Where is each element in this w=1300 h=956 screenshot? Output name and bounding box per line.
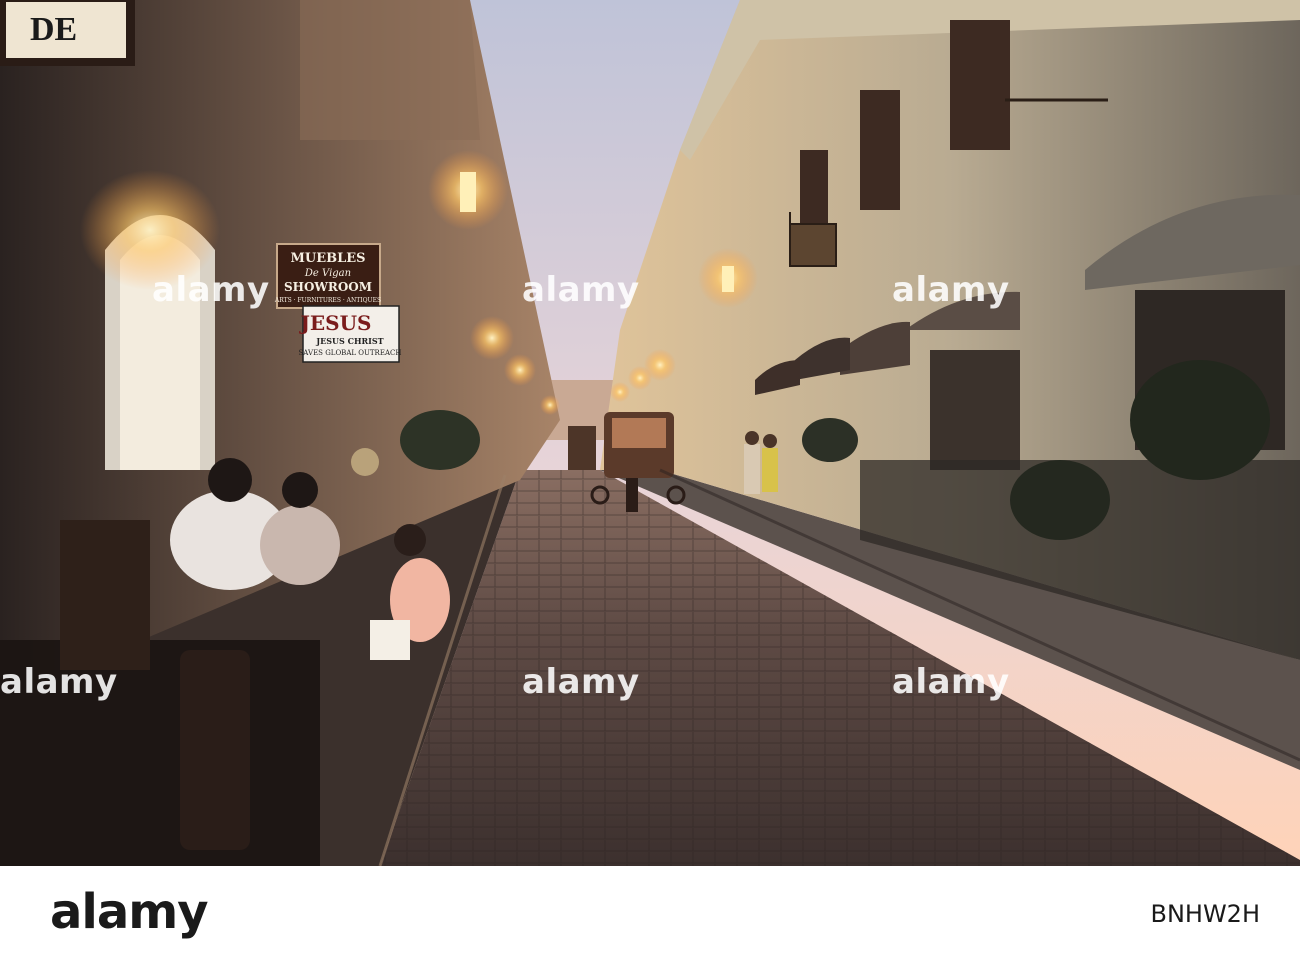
sign-top-left: DE [0,0,135,66]
image-id-label: BNHW2H [1150,900,1260,928]
svg-text:SHOWROOM: SHOWROOM [284,280,372,294]
svg-text:SAVES GLOBAL OUTREACH: SAVES GLOBAL OUTREACH [299,349,402,357]
watermark-bottom-right: alamy [892,662,1010,702]
svg-text:MUEBLES: MUEBLES [290,251,365,266]
svg-text:JESUS: JESUS [298,311,371,335]
svg-text:De Vigan: De Vigan [304,268,351,279]
watermark-bottom-left: alamy [0,662,118,702]
church-sign-jesus: JESUS JESUS CHRIST SAVES GLOBAL OUTREACH [298,305,402,363]
svg-text:JESUS CHRIST: JESUS CHRIST [315,336,383,346]
watermark-bottom-center: alamy [522,662,640,702]
shop-sign-muebles: MUEBLES De Vigan SHOWROOM ARTS · FURNITU… [274,243,381,309]
watermark-top-left: alamy [152,270,270,310]
watermark-top-center: alamy [522,270,640,310]
brand-logo: alamy [50,884,209,940]
svg-text:DE: DE [30,11,77,48]
street-photo: DE MUEBLES De Vigan SHOWROOM ARTS · FURN… [0,0,1300,866]
svg-text:ARTS · FURNITURES · ANTIQUES: ARTS · FURNITURES · ANTIQUES [274,297,381,304]
watermark-top-right: alamy [892,270,1010,310]
